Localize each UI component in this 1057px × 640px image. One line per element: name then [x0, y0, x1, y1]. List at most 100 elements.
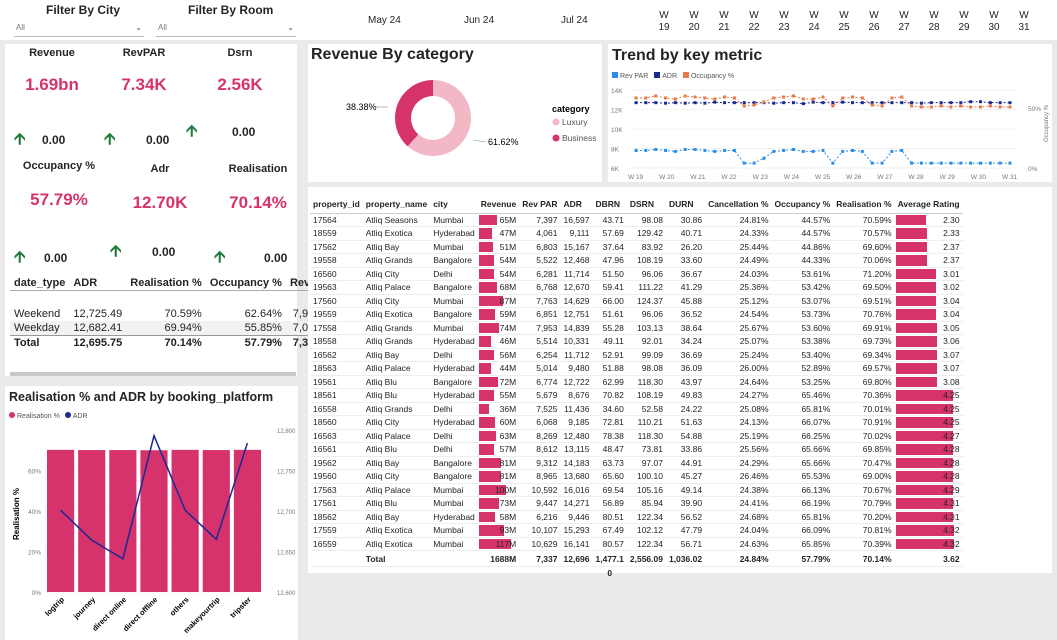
data-point[interactable] [772, 96, 776, 100]
data-point[interactable] [1008, 101, 1012, 105]
table-row[interactable]: 18563 Atliq Palace Hyderabad 44M 5,014 9,480 5… [310, 361, 963, 376]
data-point[interactable] [988, 161, 992, 165]
week-filter-20[interactable]: W 20 [686, 10, 702, 34]
data-point[interactable] [929, 105, 933, 109]
week-filter-27[interactable]: W 27 [896, 10, 912, 34]
data-point[interactable] [910, 101, 914, 105]
week-filter-26[interactable]: W 26 [866, 10, 882, 34]
data-point[interactable] [890, 101, 894, 105]
table-row[interactable]: 17564 Atliq Seasons Mumbai 65M 7,397 16,597 43… [310, 213, 963, 227]
data-point[interactable] [870, 103, 874, 107]
data-point[interactable] [880, 161, 884, 165]
table-row[interactable]: 17560 Atliq City Mumbai 87M 7,763 14,629 66.00… [310, 294, 963, 308]
data-point[interactable] [742, 161, 746, 165]
data-point[interactable] [919, 105, 923, 109]
data-point[interactable] [851, 95, 855, 99]
data-point[interactable] [841, 96, 845, 100]
legend-label-business[interactable]: Business [562, 133, 597, 143]
col-header-average-rating[interactable]: Average Rating [894, 195, 963, 214]
week-filter-25[interactable]: W 25 [836, 10, 852, 34]
data-point[interactable] [988, 101, 992, 105]
data-point[interactable] [654, 147, 658, 151]
data-point[interactable] [949, 101, 953, 105]
data-point[interactable] [811, 97, 815, 101]
data-point[interactable] [949, 105, 953, 109]
data-point[interactable] [821, 95, 825, 99]
week-filter-29[interactable]: W 29 [956, 10, 972, 34]
week-filter-30[interactable]: W 30 [986, 10, 1002, 34]
legend-label-revpar[interactable]: Rev PAR [620, 73, 648, 80]
table-row[interactable]: 16562 Atliq Bay Delhi 56M 6,254 11,712 52.91 99… [310, 348, 963, 362]
data-point[interactable] [939, 104, 943, 108]
data-point[interactable] [782, 148, 786, 152]
data-point[interactable] [723, 148, 727, 152]
city-filter-dropdown[interactable]: All ⌄ [14, 23, 144, 37]
data-point[interactable] [978, 100, 982, 104]
data-point[interactable] [801, 97, 805, 101]
col-header-property-id[interactable]: property_id [310, 195, 363, 214]
table-row[interactable] [10, 291, 340, 307]
data-point[interactable] [664, 96, 668, 100]
data-point[interactable] [870, 161, 874, 165]
data-point[interactable] [634, 96, 638, 100]
data-point[interactable] [969, 100, 973, 104]
data-point[interactable] [664, 148, 668, 152]
data-point[interactable] [929, 101, 933, 105]
week-filter-19[interactable]: W 19 [656, 10, 672, 34]
month-filter-jul[interactable]: Jul 24 [561, 15, 588, 26]
table-row[interactable]: 16563 Atliq Palace Delhi 63M 8,269 12,480 78.3… [310, 429, 963, 443]
data-point[interactable] [860, 96, 864, 100]
col-header-occupancy[interactable]: Occupancy % [206, 276, 286, 291]
bar[interactable] [78, 450, 106, 592]
data-point[interactable] [890, 96, 894, 100]
week-filter-23[interactable]: W 23 [776, 10, 792, 34]
col-header-property-name[interactable]: property_name [362, 195, 431, 214]
data-point[interactable] [988, 104, 992, 108]
data-point[interactable] [998, 161, 1002, 165]
table-row[interactable]: 18562 Atliq Bay Hyderabad 58M 6,216 9,446 80.5… [310, 510, 963, 524]
col-header-realisation[interactable]: Realisation % [126, 276, 206, 291]
data-point[interactable] [841, 100, 845, 104]
table-row[interactable]: 17563 Atliq Palace Mumbai 100M 10,592 16,016 6… [310, 483, 963, 497]
room-filter-dropdown[interactable]: All ⌄ [156, 23, 296, 37]
data-point[interactable] [752, 161, 756, 165]
legend-label-adr[interactable]: ADR [662, 73, 677, 80]
data-point[interactable] [910, 161, 914, 165]
data-point[interactable] [693, 147, 697, 151]
data-point[interactable] [634, 148, 638, 152]
data-point[interactable] [732, 148, 736, 152]
data-point[interactable] [939, 161, 943, 165]
week-filter-28[interactable]: W 28 [926, 10, 942, 34]
data-point[interactable] [752, 103, 756, 107]
table-row[interactable]: 18561 Atliq Blu Hyderabad 55M 5,679 8,676 70.8… [310, 388, 963, 403]
data-point[interactable] [683, 101, 687, 105]
data-point[interactable] [791, 101, 795, 105]
data-point[interactable] [811, 149, 815, 153]
data-point[interactable] [644, 148, 648, 152]
col-header-city[interactable]: city [430, 195, 478, 214]
data-point[interactable] [723, 95, 727, 99]
col-header-dbrn[interactable]: DBRN [592, 195, 627, 214]
data-point[interactable] [801, 102, 805, 106]
col-header-dsrn[interactable]: DSRN [626, 195, 666, 214]
data-point[interactable] [723, 101, 727, 105]
data-point[interactable] [959, 161, 963, 165]
data-point[interactable] [959, 104, 963, 108]
table-row[interactable]: 17559 Atliq Exotica Mumbai 93M 10,107 15,293 6… [310, 523, 963, 538]
data-point[interactable] [900, 101, 904, 105]
data-point[interactable] [1008, 105, 1012, 109]
table-row[interactable]: 19560 Atliq City Bangalore 81M 8,965 13,680 65… [310, 469, 963, 484]
data-point[interactable] [900, 148, 904, 152]
data-point[interactable] [732, 101, 736, 105]
data-point[interactable] [860, 101, 864, 105]
table-row[interactable]: 18560 Atliq City Hyderabad 60M 6,068 9,185 72.… [310, 415, 963, 430]
data-point[interactable] [654, 94, 658, 98]
legend-label-adr[interactable]: ADR [73, 413, 88, 420]
data-point[interactable] [969, 161, 973, 165]
data-point[interactable] [821, 101, 825, 105]
data-point[interactable] [919, 161, 923, 165]
data-point[interactable] [713, 100, 717, 104]
data-point[interactable] [644, 96, 648, 100]
data-point[interactable] [851, 101, 855, 105]
data-point[interactable] [782, 101, 786, 105]
